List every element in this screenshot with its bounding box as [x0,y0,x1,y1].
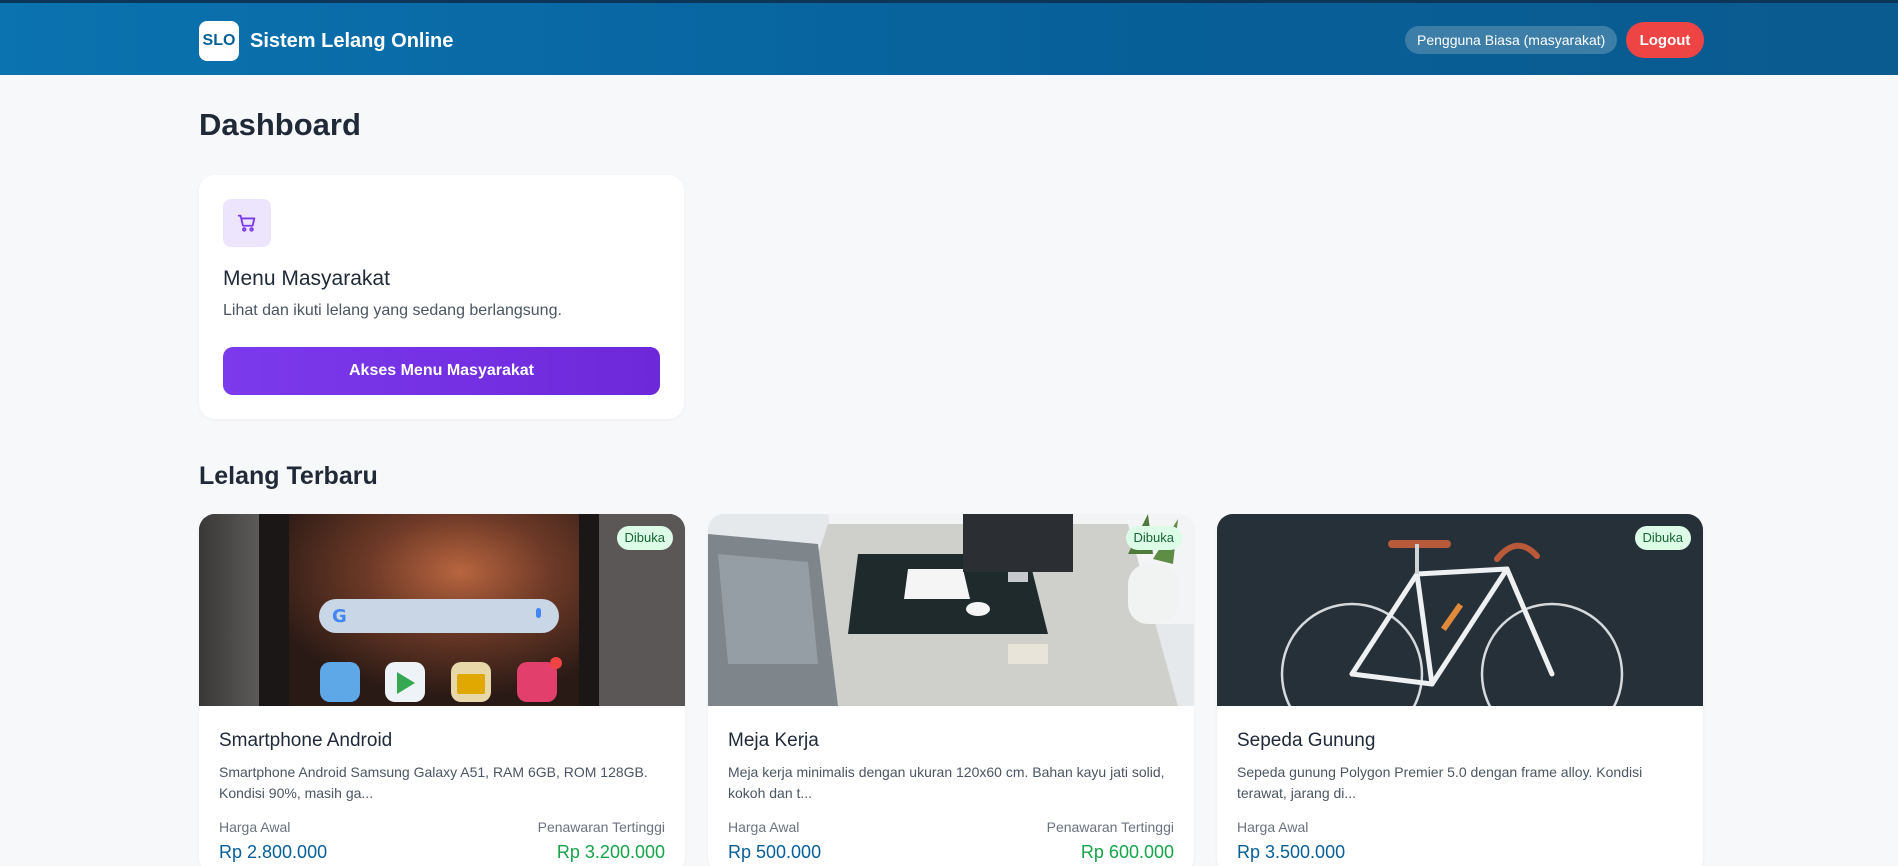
auction-title: Sepeda Gunung [1237,730,1376,751]
status-badge: Dibuka [1125,526,1182,550]
start-price-value: Rp 3.500.000 [1237,842,1346,862]
highest-bid-label: Penawaran Tertinggi [1046,819,1174,835]
user-role-badge: Pengguna Biasa (masyarakat) [1405,26,1618,54]
status-badge: Dibuka [1634,526,1691,550]
start-price-value: Rp 500.000 [728,842,822,862]
auction-card-smartphone[interactable]: G Dibuka Smartphone Android Smartphone A… [199,514,685,866]
auction-title: Smartphone Android [219,730,393,751]
logout-button[interactable]: Logout [1626,22,1704,58]
top-navbar: SLO Sistem Lelang Online Pengguna Biasa … [0,0,1898,75]
app-title: Sistem Lelang Online [250,29,454,52]
auction-card-meja-kerja[interactable]: Dibuka Meja Kerja Meja kerja minimalis d… [708,514,1194,866]
start-price-label: Harga Awal [728,819,800,835]
auction-description: Meja kerja minimalis dengan ukuran 120x6… [728,764,1165,801]
menu-card-title: Menu Masyarakat [223,267,390,290]
start-price-value: Rp 2.800.000 [219,842,328,862]
status-badge: Dibuka [616,526,673,550]
desk-photo: Dibuka [708,514,1194,706]
bicycle-photo: Dibuka [1217,514,1703,706]
auction-description: Sepeda gunung Polygon Premier 5.0 dengan… [1237,764,1643,801]
svg-text:G: G [332,606,347,627]
auction-title: Meja Kerja [728,730,819,751]
menu-card-description: Lihat dan ikuti lelang yang sedang berla… [223,302,562,319]
auction-card-sepeda-gunung[interactable]: Dibuka Sepeda Gunung Sepeda gunung Polyg… [1217,514,1703,866]
logo: SLO [199,21,239,61]
highest-bid-value: Rp 3.200.000 [556,842,665,862]
smartphone-photo: G Dibuka [199,514,685,706]
shopping-cart-icon [223,199,271,247]
brand[interactable]: SLO Sistem Lelang Online [199,21,453,61]
highest-bid-label: Penawaran Tertinggi [537,819,665,835]
highest-bid-value: Rp 600.000 [1080,842,1174,862]
menu-masyarakat-card: Menu Masyarakat Lihat dan ikuti lelang y… [199,175,684,419]
page-title: Dashboard [199,107,361,142]
auction-description: Smartphone Android Samsung Galaxy A51, R… [219,764,648,801]
start-price-label: Harga Awal [219,819,291,835]
start-price-label: Harga Awal [1237,819,1309,835]
akses-menu-masyarakat-button[interactable]: Akses Menu Masyarakat [223,347,660,395]
section-title-latest-auctions: Lelang Terbaru [199,462,378,490]
